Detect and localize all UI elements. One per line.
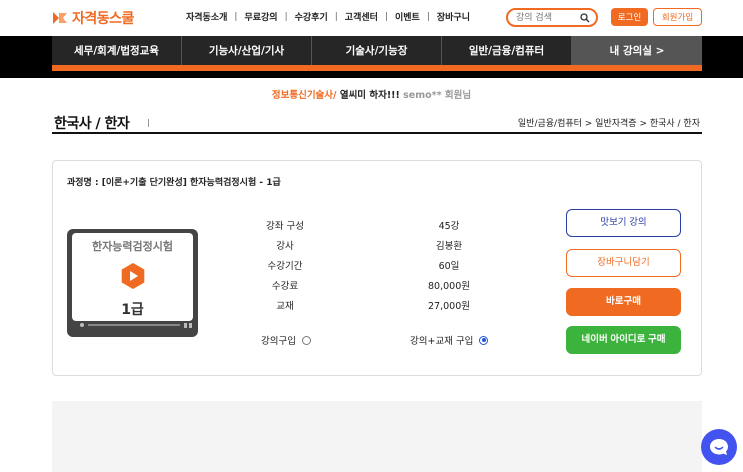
detail-value-period: 60일 <box>438 261 460 272</box>
detail-label-period: 수강기간 <box>267 261 303 272</box>
nav-separator: | <box>234 11 238 22</box>
greeting-user: semo** 회원님 <box>399 90 472 101</box>
logo-icon <box>53 12 67 24</box>
detail-label-composition: 강좌 구성 <box>266 221 304 232</box>
option-lecture-textbook[interactable]: 강의+교재 구입 <box>410 333 489 347</box>
tab-tax-accounting[interactable]: 세무/회계/법정교육 <box>52 36 182 65</box>
nav-cart[interactable]: 장바구니 <box>437 10 470 23</box>
nav-reviews[interactable]: 수강후기 <box>295 10 328 23</box>
tab-engineer[interactable]: 기술사/기능장 <box>312 36 442 65</box>
search-icon[interactable] <box>580 13 590 23</box>
main-nav-tabs: 세무/회계/법정교육 기능사/산업/기사 기술사/기능장 일반/금융/컴퓨터 내… <box>52 36 702 65</box>
login-button[interactable]: 로그인 <box>611 8 648 26</box>
progress-bar <box>88 324 180 326</box>
main-nav: 세무/회계/법정교육 기능사/산업/기사 기술사/기능장 일반/금융/컴퓨터 내… <box>0 36 743 78</box>
nav-accent-bar <box>52 65 702 71</box>
nav-separator: | <box>284 11 288 22</box>
tab-general-finance[interactable]: 일반/금융/컴퓨터 <box>442 36 572 65</box>
greeting-goal: 정보통신기술사/ <box>271 90 337 101</box>
search-box <box>506 8 598 27</box>
detail-value-composition: 45강 <box>438 221 460 232</box>
fullscreen-icon <box>184 323 192 328</box>
thumbnail-grade: 1급 <box>121 302 144 318</box>
search-input[interactable] <box>516 11 578 25</box>
page-title: 한국사 / 한자 <box>54 116 130 132</box>
course-name: 과정명 : [이론+기출 단기완성] 한자능력검정시험 - 1급 <box>67 178 281 188</box>
progress-dot <box>80 323 84 327</box>
logo-text: 자격동스쿨 <box>72 11 134 27</box>
join-button[interactable]: 회원가입 <box>653 8 702 26</box>
naver-buy-button[interactable]: 네이버 아이디로 구매 <box>566 326 681 354</box>
radio-lecture-only[interactable] <box>301 335 311 345</box>
buy-now-button[interactable]: 바로구매 <box>566 288 681 316</box>
logo[interactable]: 자격동스쿨 <box>52 7 134 29</box>
option-lecture-only[interactable]: 강의구입 <box>261 333 311 347</box>
detail-label-textbook: 교재 <box>276 301 294 312</box>
nav-separator: | <box>334 11 338 22</box>
course-card: 과정명 : [이론+기출 단기완성] 한자능력검정시험 - 1급 한자능력검정시… <box>52 160 702 376</box>
course-thumbnail[interactable]: 한자능력검정시험 1급 <box>67 229 198 337</box>
detail-value-fee: 80,000원 <box>428 281 470 292</box>
detail-label-fee: 수강료 <box>271 281 299 292</box>
title-row: 한국사 / 한자 일반/금융/컴퓨터 > 일반자격증 > 한국사 / 한자 <box>52 111 702 134</box>
thumbnail-screen: 한자능력검정시험 1급 <box>72 233 193 321</box>
chat-button[interactable] <box>701 429 737 465</box>
option-lecture-only-label: 강의구입 <box>261 336 296 347</box>
title-divider <box>148 119 149 127</box>
nav-customer-center[interactable]: 고객센터 <box>345 10 378 23</box>
nav-events[interactable]: 이벤트 <box>395 10 420 23</box>
sample-lecture-button[interactable]: 맛보기 강의 <box>566 209 681 237</box>
top-nav: 자격동소개 | 무료강의 | 수강후기 | 고객센터 | 이벤트 | 장바구니 <box>186 10 470 24</box>
detail-value-textbook: 27,000원 <box>428 301 470 312</box>
tab-my-classroom[interactable]: 내 강의실 > <box>572 36 702 65</box>
option-lecture-textbook-label: 강의+교재 구입 <box>410 336 474 347</box>
tab-craftsman[interactable]: 기능사/산업/기사 <box>182 36 312 65</box>
nav-separator: | <box>426 11 430 22</box>
greeting-text: 열씨미 하자!!! <box>336 90 400 101</box>
chat-icon <box>710 439 728 455</box>
content-placeholder <box>52 401 702 472</box>
play-icon <box>121 263 145 289</box>
radio-lecture-textbook[interactable] <box>479 335 489 345</box>
add-to-cart-button[interactable]: 장바구니담기 <box>566 249 681 277</box>
thumbnail-title: 한자능력검정시험 <box>92 240 173 253</box>
greeting: 정보통신기술사/ 열씨미 하자!!! semo** 회원님 <box>0 87 743 101</box>
nav-free-lectures[interactable]: 무료강의 <box>244 10 277 23</box>
top-bar: 자격동스쿨 자격동소개 | 무료강의 | 수강후기 | 고객센터 | 이벤트 | 장바구니… <box>0 0 743 36</box>
detail-value-instructor: 김봉환 <box>435 241 463 252</box>
detail-label-instructor: 강사 <box>276 241 294 252</box>
nav-separator: | <box>384 11 388 22</box>
breadcrumb: 일반/금융/컴퓨터 > 일반자격증 > 한국사 / 한자 <box>517 119 700 129</box>
nav-about[interactable]: 자격동소개 <box>186 10 227 23</box>
